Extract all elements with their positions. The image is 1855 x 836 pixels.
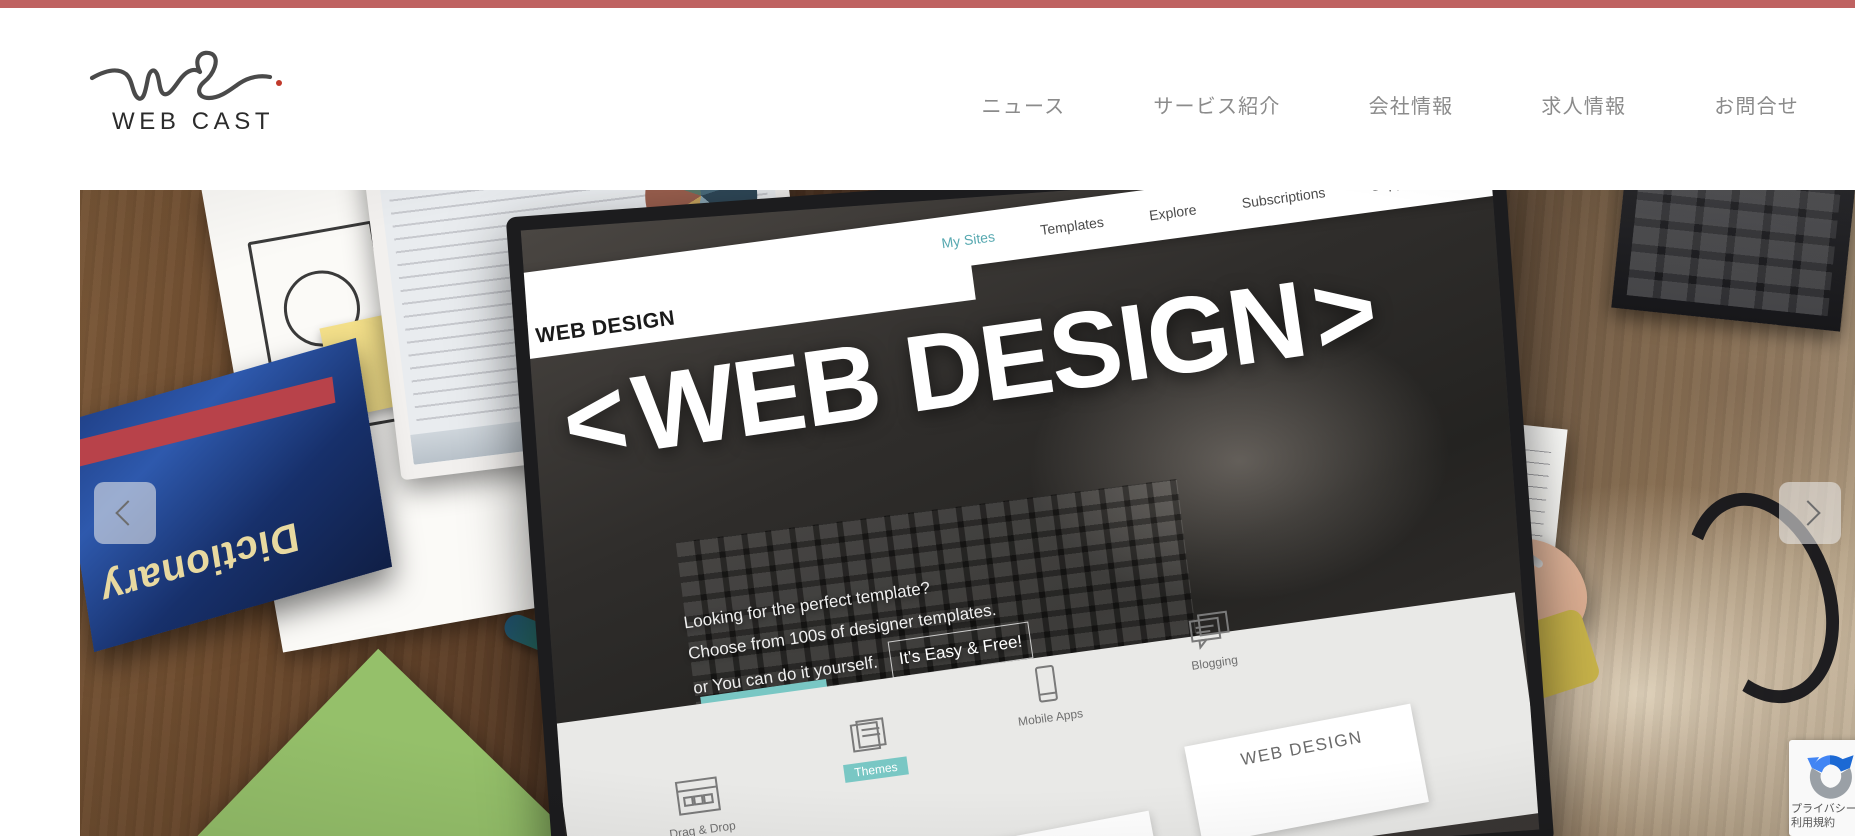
feature-label: Themes (843, 756, 909, 784)
recaptcha-arrows-icon (1807, 755, 1854, 799)
smartphone-icon (1034, 665, 1058, 703)
chat-bubbles-icon (1188, 610, 1230, 651)
hero-carousel: Dictionary My Sites Templates Explore Su… (80, 190, 1855, 836)
feature-drag-and-drop[interactable]: Drag & Drop (631, 769, 768, 836)
stacked-pages-icon (849, 717, 887, 753)
main-navigation: ニュース サービス紹介 会社情報 求人情報 お問合せ (982, 84, 1799, 125)
carousel-next-button[interactable] (1779, 482, 1841, 544)
mockup-card[interactable]: WEB DESIGN (1184, 703, 1429, 836)
card-label: WEB DESIGN (1239, 727, 1365, 770)
feature-themes[interactable]: Themes (804, 709, 941, 786)
mockup-nav-support[interactable]: Support (1370, 190, 1421, 194)
recaptcha-badge[interactable]: プライバシー 利用規約 (1789, 740, 1855, 836)
site-header: WEB CAST ニュース サービス紹介 会社情報 求人情報 お問合せ (0, 8, 1855, 183)
chevron-right-icon (1794, 500, 1821, 526)
card-label: WEB DESIGN (945, 824, 1155, 836)
nav-item-contact[interactable]: お問合せ (1714, 84, 1799, 125)
mockup-card[interactable]: WEB DESIGN (942, 810, 1166, 836)
laptop-prop: My Sites Templates Explore Subscriptions… (505, 190, 1555, 836)
top-accent-bar (0, 0, 1855, 8)
brand-name: WEB CAST (112, 108, 275, 135)
chevron-left-icon (114, 500, 141, 526)
nav-item-news[interactable]: ニュース (982, 84, 1066, 125)
handwritten-we-squiggle-icon (89, 50, 273, 101)
recaptcha-terms-link[interactable]: 利用規約 (1791, 816, 1855, 830)
carousel-prev-button[interactable] (94, 482, 156, 544)
recaptcha-privacy-link[interactable]: プライバシー (1791, 802, 1855, 816)
mockup-nav-subscriptions[interactable]: Subscriptions (1241, 190, 1326, 212)
red-dot-icon (276, 80, 282, 86)
brand-logo[interactable]: WEB CAST (88, 44, 298, 149)
browser-window-icon (674, 776, 722, 817)
laptop-screen: My Sites Templates Explore Subscriptions… (520, 190, 1540, 836)
headline-right-chevron: > (1304, 248, 1383, 377)
mockup-nav-explore[interactable]: Explore (1148, 202, 1197, 224)
mockup-nav-templates[interactable]: Templates (1039, 214, 1104, 238)
feature-mobile-apps[interactable]: Mobile Apps (979, 656, 1116, 733)
recaptcha-links: プライバシー 利用規約 (1791, 802, 1855, 831)
mockup-nav-my-sites[interactable]: My Sites (940, 229, 995, 252)
nav-item-recruit[interactable]: 求人情報 (1541, 84, 1626, 125)
feature-label: Mobile Apps (1017, 706, 1084, 730)
feature-label: Drag & Drop (668, 818, 737, 836)
nav-item-services[interactable]: サービス紹介 (1153, 84, 1280, 125)
calculator-prop (1611, 190, 1855, 332)
feature-label: Blogging (1190, 652, 1239, 674)
nav-item-company[interactable]: 会社情報 (1369, 84, 1454, 125)
